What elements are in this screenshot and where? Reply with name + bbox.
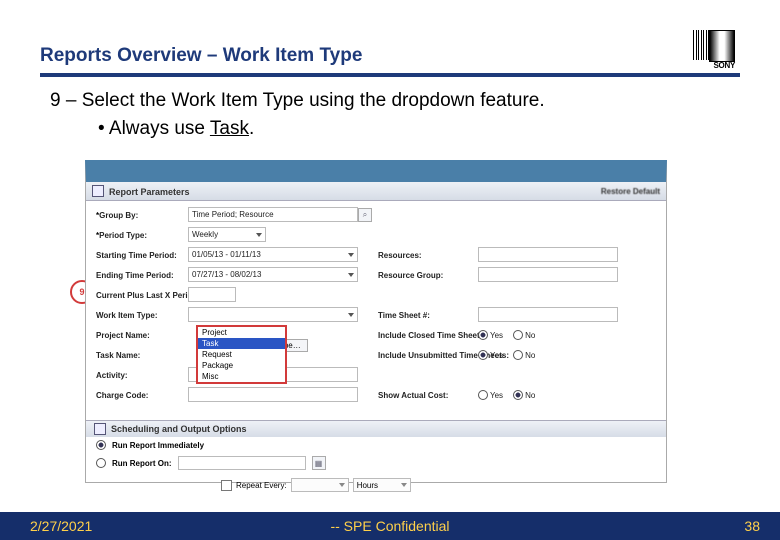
label-res-group: Resource Group: [378, 267, 478, 283]
label-project: Project Name: [96, 327, 188, 343]
label-task: Task Name: [96, 347, 188, 363]
step-instruction: 9 – Select the Work Item Type using the … [50, 90, 730, 112]
dropdown-option-project[interactable]: Project [198, 327, 285, 338]
label-group-by: Group By: [96, 207, 188, 223]
brand-logo: SONY [675, 30, 735, 70]
label-include-unsub: Include Unsubmitted Time Sheets: [378, 347, 478, 363]
panel-icon [92, 185, 104, 197]
repeat-row: Repeat Every: Hours [221, 478, 411, 492]
slide-footer: 2/27/2021 -- SPE Confidential 38 [0, 512, 780, 540]
dropdown-option-package[interactable]: Package [198, 360, 285, 371]
panel-icon [94, 423, 106, 435]
radio-include-closed[interactable]: Yes No [478, 327, 618, 343]
radio-include-unsub[interactable]: Yes No [478, 347, 618, 363]
field-group-by[interactable]: Time Period; Resource [188, 207, 358, 222]
label-charge-code: Charge Code: [96, 387, 188, 403]
footer-page-number: 38 [744, 518, 760, 534]
footer-date: 2/27/2021 [30, 518, 92, 534]
field-charge-code[interactable] [188, 387, 358, 402]
dropdown-option-request[interactable]: Request [198, 349, 285, 360]
label-resources: Resources: [378, 247, 478, 263]
run-options: Run Report Immediately Run Report On: ▦ [96, 440, 326, 476]
field-plus-last[interactable] [188, 287, 236, 302]
field-run-on-date[interactable] [178, 456, 306, 470]
select-work-item-type[interactable] [188, 307, 358, 322]
work-item-type-dropdown[interactable]: Project Task Request Package Misc [196, 325, 287, 384]
label-timesheet: Time Sheet #: [378, 307, 478, 323]
select-repeat-unit[interactable]: Hours [353, 478, 411, 492]
brand-text: SONY [714, 61, 735, 70]
scheduling-panel-header: Scheduling and Output Options [86, 420, 666, 437]
field-end[interactable]: 07/27/13 - 08/02/13 [188, 267, 358, 282]
restore-default-button[interactable]: Restore Default [601, 187, 660, 196]
report-parameters-screenshot: Report Parameters Restore Default Group … [85, 160, 667, 483]
label-start: Starting Time Period: [96, 247, 188, 263]
label-include-closed: Include Closed Time Sheets: [378, 327, 478, 343]
panel-header: Report Parameters Restore Default [86, 182, 666, 201]
parameter-grid: Group By: Time Period; Resource ⌕ Period… [86, 201, 666, 403]
slide-title: Reports Overview – Work Item Type [40, 45, 362, 66]
field-start[interactable]: 01/05/13 - 01/11/13 [188, 247, 358, 262]
field-timesheet[interactable] [478, 307, 618, 322]
field-res-group[interactable] [478, 267, 618, 282]
field-repeat-value[interactable] [291, 478, 349, 492]
footer-confidential: -- SPE Confidential [330, 518, 449, 534]
label-show-actual: Show Actual Cost: [378, 387, 478, 403]
label-end: Ending Time Period: [96, 267, 188, 283]
checkbox-repeat[interactable] [221, 480, 232, 491]
radio-run-on[interactable]: Run Report On: ▦ [96, 456, 326, 470]
step-bullet: Always use Task. [98, 118, 730, 140]
panel-title: Report Parameters [109, 187, 190, 197]
label-plus-last: Current Plus Last X Periods: [96, 287, 188, 303]
title-rule [40, 73, 740, 77]
label-activity: Activity: [96, 367, 188, 383]
select-period-type[interactable]: Weekly [188, 227, 266, 242]
label-period-type: Period Type: [96, 227, 188, 243]
label-work-item-type: Work Item Type: [96, 307, 188, 323]
radio-run-immediately[interactable]: Run Report Immediately [96, 440, 326, 450]
dropdown-option-task[interactable]: Task [198, 338, 285, 349]
dropdown-option-misc[interactable]: Misc [198, 371, 285, 382]
field-resources[interactable] [478, 247, 618, 262]
search-icon[interactable]: ⌕ [358, 208, 372, 222]
radio-show-actual[interactable]: Yes No [478, 387, 618, 403]
calendar-icon[interactable]: ▦ [312, 456, 326, 470]
